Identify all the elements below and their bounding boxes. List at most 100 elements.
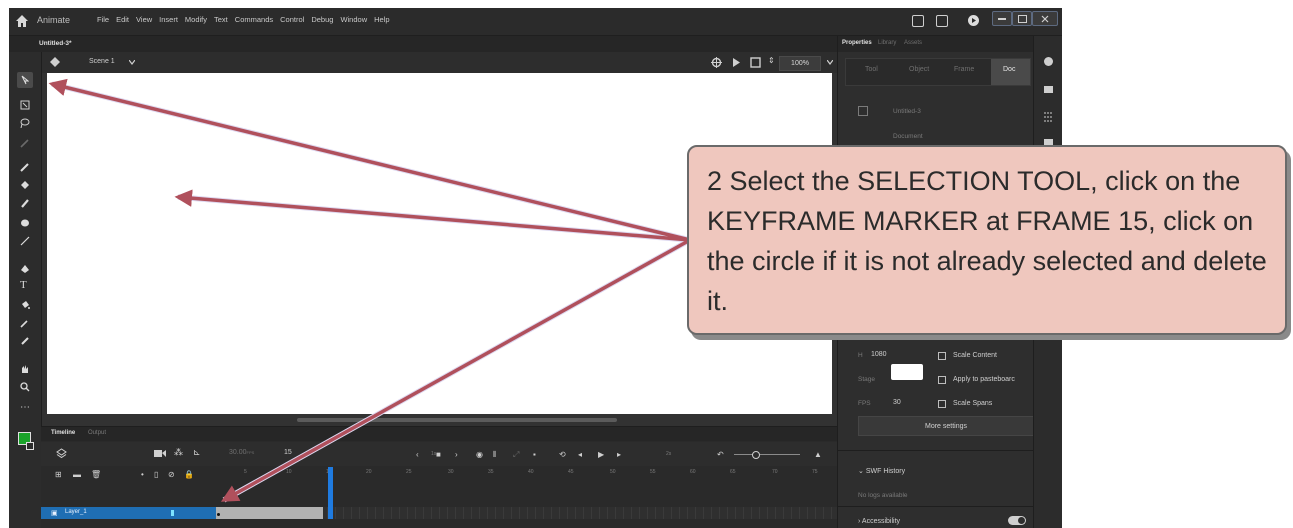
scale-spans-checkbox[interactable] (938, 400, 946, 408)
pen-tool-icon[interactable] (20, 264, 30, 274)
tab-timeline[interactable]: Timeline (51, 430, 75, 436)
layer-depth-icon[interactable]: ⊾ (193, 447, 201, 458)
library-icon[interactable] (1043, 84, 1054, 95)
playhead[interactable] (328, 467, 333, 519)
segment-tool[interactable]: Tool (865, 66, 878, 73)
stage-scrollbar[interactable] (47, 414, 832, 426)
frame-ruler: 1s 2s 5 10 15 20 25 30 35 40 45 50 55 60… (216, 427, 837, 499)
pencil-icon[interactable] (20, 138, 30, 148)
layer-name[interactable]: Layer_1 (65, 509, 87, 515)
lasso-icon[interactable] (20, 118, 30, 128)
visibility-icon[interactable]: ⊘ (168, 470, 175, 479)
panel-layout-icon[interactable] (936, 15, 948, 27)
menu-edit[interactable]: Edit (116, 15, 129, 24)
scene-label[interactable]: Scene 1 (89, 58, 115, 65)
scale-content-checkbox[interactable] (938, 352, 946, 360)
bone-tool-icon[interactable] (20, 336, 30, 346)
clip-stage-icon[interactable] (750, 57, 761, 68)
frames-row[interactable] (216, 507, 837, 519)
apply-pasteboard-checkbox[interactable] (938, 376, 946, 384)
stroke-color-swatch[interactable] (26, 442, 34, 450)
layer-row[interactable]: ▣ Layer_1 (41, 507, 216, 519)
free-transform-icon[interactable] (20, 100, 30, 110)
selection-tool[interactable] (17, 72, 33, 88)
menu-commands[interactable]: Commands (235, 15, 273, 24)
scrollbar-thumb[interactable] (297, 418, 617, 422)
tab-assets[interactable]: Assets (904, 40, 922, 46)
more-settings-button[interactable]: More settings (858, 416, 1034, 436)
assets-icon[interactable] (1043, 56, 1054, 67)
scale-spans-label: Scale Spans (953, 400, 993, 407)
hand-tool-icon[interactable] (20, 364, 30, 374)
maximize-button[interactable] (1012, 11, 1032, 26)
share-icon[interactable] (912, 15, 924, 27)
layer-parenting-icon[interactable]: ⁂ (174, 447, 183, 458)
scale-content-label: Scale Content (953, 352, 997, 359)
delete-layer-icon[interactable]: 🗑 (91, 470, 101, 479)
accessibility-header[interactable]: › Accessibility (858, 518, 900, 525)
oval-tool-icon[interactable] (20, 218, 30, 228)
chevron-down-icon[interactable] (129, 60, 135, 65)
segment-frame[interactable]: Frame (954, 66, 974, 73)
new-folder-icon[interactable]: ▬ (73, 470, 81, 479)
zoom-dropdown-icon[interactable] (827, 60, 833, 65)
scene-icon[interactable] (49, 56, 61, 68)
height-label: H (858, 352, 863, 359)
accessibility-toggle[interactable] (1008, 516, 1026, 525)
lock-icon[interactable]: 🔒 (184, 470, 194, 479)
ruler-seconds-2: 2s (666, 451, 672, 457)
layers-icon[interactable] (56, 448, 67, 459)
edit-symbols-icon[interactable] (731, 57, 742, 68)
eyedropper-icon[interactable] (20, 318, 30, 328)
brush-icon[interactable] (20, 162, 30, 172)
menu-file[interactable]: File (97, 15, 109, 24)
properties-segments: Tool Object Frame Doc (845, 58, 1031, 86)
align-icon[interactable] (1043, 112, 1054, 123)
height-value[interactable]: 1080 (871, 351, 887, 358)
segment-object[interactable]: Object (909, 66, 929, 73)
center-stage-icon[interactable] (711, 57, 722, 68)
text-tool-icon[interactable]: T (20, 280, 30, 291)
paint-bucket-icon[interactable] (20, 300, 30, 310)
swf-history-header[interactable]: ⌄ SWF History (858, 467, 905, 475)
ruler-25: 25 (406, 469, 412, 475)
close-button[interactable] (1032, 11, 1058, 26)
eraser-icon[interactable] (20, 180, 30, 190)
tab-properties[interactable]: Properties (842, 40, 872, 46)
ruler-45: 45 (568, 469, 574, 475)
minimize-button[interactable] (992, 11, 1012, 26)
menu-debug[interactable]: Debug (311, 15, 333, 24)
outline-icon[interactable]: ▯ (154, 470, 158, 479)
document-tab[interactable]: Untitled-3* (39, 40, 72, 47)
menu-view[interactable]: View (136, 15, 152, 24)
tab-library[interactable]: Library (878, 40, 896, 46)
more-tools-icon[interactable]: ⋯ (20, 403, 30, 414)
zoom-stepper-icon[interactable]: ⇕ (768, 56, 775, 65)
menu-help[interactable]: Help (374, 15, 389, 24)
menu-control[interactable]: Control (280, 15, 304, 24)
zoom-tool-icon[interactable] (20, 382, 30, 392)
tools-panel: T ⋯ (9, 52, 42, 528)
paint-brush-icon[interactable] (20, 198, 30, 208)
scene-bar: Scene 1 ⇕ 100% (41, 52, 837, 73)
line-tool-icon[interactable] (20, 236, 30, 246)
menu-insert[interactable]: Insert (159, 15, 178, 24)
menu-modify[interactable]: Modify (185, 15, 207, 24)
tab-output[interactable]: Output (88, 430, 106, 436)
new-layer-icon[interactable]: ⊞ (55, 470, 62, 479)
fps-field[interactable]: 30 (893, 399, 901, 406)
stage-color-swatch[interactable] (891, 364, 923, 380)
menu-text[interactable]: Text (214, 15, 228, 24)
zoom-field[interactable]: 100% (779, 56, 821, 71)
ruler-seconds-1: 1s (431, 451, 437, 457)
test-movie-icon[interactable] (967, 14, 980, 27)
home-icon[interactable] (15, 14, 29, 28)
timeline-panel: Timeline Output ⁂ ⊾ 30.00FPS 15 ‹ ■ › ◉ … (41, 426, 837, 528)
keyframe-marker[interactable] (217, 513, 220, 516)
menu-window[interactable]: Window (340, 15, 367, 24)
frame-span[interactable] (216, 507, 323, 519)
ruler-60: 60 (690, 469, 696, 475)
segment-doc-active[interactable]: Doc (991, 59, 1030, 85)
highlight-layers-icon[interactable]: • (141, 470, 144, 479)
camera-icon[interactable] (154, 449, 166, 458)
